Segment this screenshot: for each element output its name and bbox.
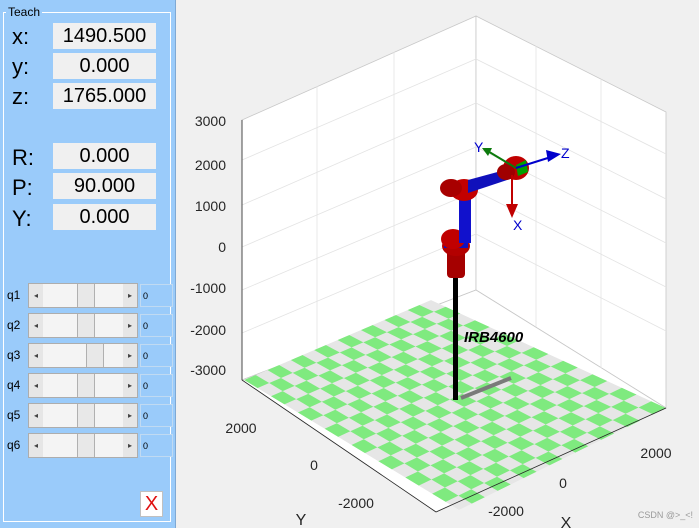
- joint-value-field-q1[interactable]: 0: [140, 284, 173, 307]
- slider-thumb[interactable]: [77, 314, 95, 337]
- y-value-field[interactable]: 0.000: [53, 53, 156, 79]
- y-label: y:: [12, 54, 30, 79]
- slider-left-arrow-icon[interactable]: ◂: [29, 404, 43, 427]
- slider-trough[interactable]: [43, 314, 123, 337]
- joint-slider-q5[interactable]: ◂ ▸: [28, 403, 138, 428]
- teach-panel-title: Teach: [6, 5, 43, 19]
- frame-label-x: X: [513, 217, 523, 233]
- x-value-field[interactable]: 1490.500: [53, 23, 156, 49]
- joint-label-q3: q3: [7, 348, 21, 362]
- pitch-value-field[interactable]: 90.000: [53, 173, 156, 199]
- joint-value-field-q2[interactable]: 0: [140, 314, 173, 337]
- y-tick-label: 2000: [225, 420, 256, 436]
- slider-left-arrow-icon[interactable]: ◂: [29, 314, 43, 337]
- z-tick-label: -1000: [190, 280, 226, 296]
- z-tick-label: 3000: [195, 113, 226, 129]
- joint-slider-q1[interactable]: ◂ ▸: [28, 283, 138, 308]
- frame-label-z: Z: [561, 145, 570, 161]
- slider-trough[interactable]: [43, 374, 123, 397]
- joint-slider-q2[interactable]: ◂ ▸: [28, 313, 138, 338]
- slider-left-arrow-icon[interactable]: ◂: [29, 344, 43, 367]
- close-button[interactable]: X: [140, 491, 163, 517]
- robot-base: [453, 270, 458, 400]
- slider-thumb[interactable]: [77, 434, 95, 457]
- slider-trough[interactable]: [43, 404, 123, 427]
- z-tick-label: 1000: [195, 198, 226, 214]
- robot-3d-axes[interactable]: Y Z X IRB4600 3000 2000 1000 0 -1000 -20…: [176, 0, 699, 528]
- slider-trough[interactable]: [43, 434, 123, 457]
- frame-label-y: Y: [474, 139, 484, 155]
- roll-value-field[interactable]: 0.000: [53, 143, 156, 169]
- joint-label-q5: q5: [7, 408, 21, 422]
- joint-value-field-q5[interactable]: 0: [140, 404, 173, 427]
- x-axis-label: X: [561, 515, 572, 528]
- joint-label-q4: q4: [7, 378, 21, 392]
- roll-label: R:: [12, 145, 34, 170]
- slider-trough[interactable]: [43, 284, 123, 307]
- slider-thumb[interactable]: [86, 344, 104, 367]
- joint-value-field-q4[interactable]: 0: [140, 374, 173, 397]
- slider-thumb[interactable]: [77, 404, 95, 427]
- y-tick-label: -2000: [338, 495, 374, 511]
- joint-slider-q3[interactable]: ◂ ▸: [28, 343, 138, 368]
- y-axis-label: Y: [296, 512, 307, 528]
- yaw-label: Y:: [12, 206, 32, 231]
- slider-left-arrow-icon[interactable]: ◂: [29, 374, 43, 397]
- z-tick-label: -2000: [190, 322, 226, 338]
- slider-right-arrow-icon[interactable]: ▸: [123, 404, 137, 427]
- z-tick-label: 2000: [195, 157, 226, 173]
- slider-left-arrow-icon[interactable]: ◂: [29, 284, 43, 307]
- robot-name-label: IRB4600: [464, 329, 524, 346]
- teach-panel: Teach x: 1490.500 y: 0.000 z: 1765.000 R…: [0, 0, 176, 528]
- x-tick-label: -2000: [488, 503, 524, 519]
- joint-value-field-q3[interactable]: 0: [140, 344, 173, 367]
- slider-left-arrow-icon[interactable]: ◂: [29, 434, 43, 457]
- joint-label-q1: q1: [7, 288, 21, 302]
- slider-trough[interactable]: [43, 344, 123, 367]
- z-tick-label: 0: [218, 239, 226, 255]
- watermark: CSDN @>_<!: [637, 510, 693, 520]
- x-tick-label: 2000: [640, 445, 671, 461]
- joint-label-q6: q6: [7, 438, 21, 452]
- x-tick-label: 0: [559, 475, 567, 491]
- z-value-field[interactable]: 1765.000: [53, 83, 156, 109]
- y-tick-label: 0: [310, 457, 318, 473]
- slider-thumb[interactable]: [77, 374, 95, 397]
- joint-value-field-q6[interactable]: 0: [140, 434, 173, 457]
- joint-slider-q4[interactable]: ◂ ▸: [28, 373, 138, 398]
- yaw-value-field[interactable]: 0.000: [53, 204, 156, 230]
- joint-slider-q6[interactable]: ◂ ▸: [28, 433, 138, 458]
- x-label: x:: [12, 24, 30, 49]
- slider-right-arrow-icon[interactable]: ▸: [123, 314, 137, 337]
- slider-right-arrow-icon[interactable]: ▸: [123, 434, 137, 457]
- slider-right-arrow-icon[interactable]: ▸: [123, 284, 137, 307]
- joint-label-q2: q2: [7, 318, 21, 332]
- pitch-label: P:: [12, 175, 33, 200]
- z-tick-label: -3000: [190, 362, 226, 378]
- slider-right-arrow-icon[interactable]: ▸: [123, 344, 137, 367]
- slider-right-arrow-icon[interactable]: ▸: [123, 374, 137, 397]
- slider-thumb[interactable]: [77, 284, 95, 307]
- z-label: z:: [12, 84, 30, 109]
